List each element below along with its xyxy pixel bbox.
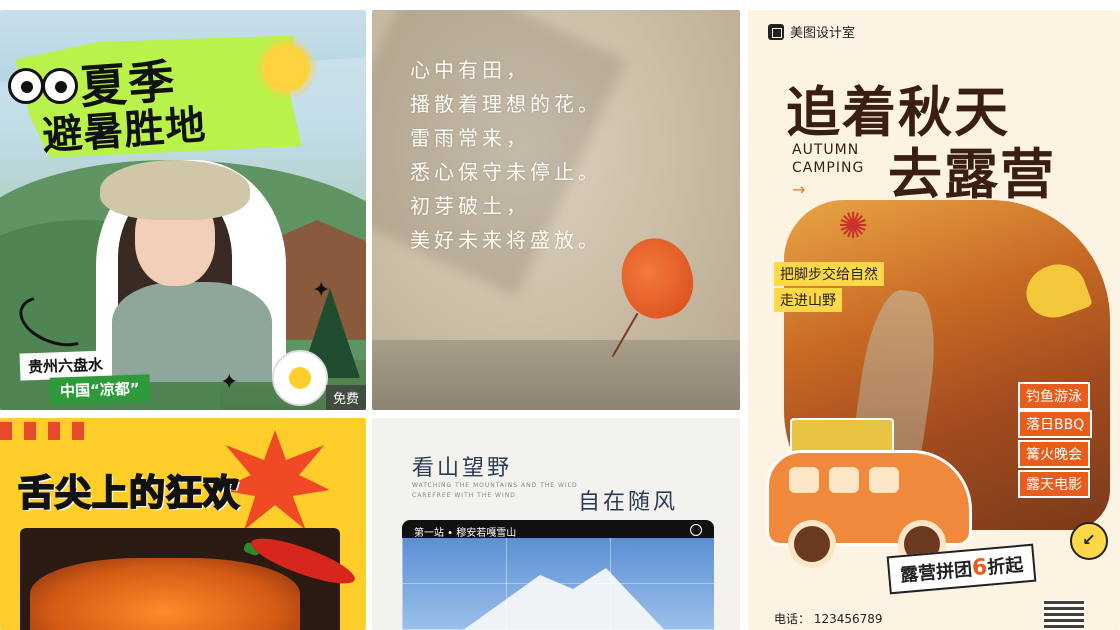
title-line2: 避暑胜地 (40, 102, 208, 160)
sun-icon (262, 44, 310, 92)
highlight-text: 把脚步交给自然 (774, 262, 884, 286)
eyes-sticker-icon (8, 68, 78, 104)
slogan-tag: 中国“凉都” (49, 374, 151, 405)
poem-line: 播散着理想的花。 (410, 92, 602, 116)
title-line2: 自在随风 (578, 490, 679, 515)
arrow-right-icon: → (792, 180, 806, 199)
arrow-circle-icon: ↙ (1070, 522, 1108, 560)
spicy-food-image (30, 558, 300, 630)
english-subtitle-line2: CAMPING (792, 160, 865, 176)
english-subtitle-line2: CAREFREE WITH THE WIND (412, 492, 516, 499)
activity-tag: 钓鱼游泳 (1018, 382, 1090, 410)
free-badge: 免费 (325, 385, 366, 410)
title: 舌尖上的狂欢 (17, 472, 241, 515)
english-subtitle-line1: WATCHING THE MOUNTAINS AND THE WILD (412, 482, 578, 489)
card-spicy-carnival[interactable]: 舌尖上的狂欢 (0, 418, 366, 630)
highlight-text: 走进山野 (774, 288, 842, 312)
brand-name: 美图设计室 (790, 26, 856, 41)
daisy-sticker-icon (272, 350, 328, 406)
brand-logo-icon (768, 23, 784, 40)
car-wheel (788, 520, 836, 568)
poem-line: 美好未来将盛放。 (410, 228, 602, 252)
activity-tag: 篝火晚会 (1018, 440, 1090, 468)
title-line2: 去露营 (888, 143, 1056, 206)
activity-tag: 落日BBQ (1018, 410, 1093, 438)
brand-label: 美图设计室 (768, 22, 855, 41)
photo-caption: 第一站 • 穆安若嘎雪山 (414, 528, 517, 539)
english-subtitle-line1: AUTUMN (792, 142, 860, 158)
poem-line: 初芽破土， (410, 194, 530, 218)
sparkle-icon: ✦ (220, 370, 239, 395)
activity-tag: 露天电影 (1018, 470, 1090, 498)
physalis-lantern-image (612, 230, 702, 326)
card-summer-resort[interactable]: 夏季 避暑胜地 ✦ ✦ 贵州六盘水 中国“凉都” 免费 (0, 10, 366, 410)
stone-ledge (372, 340, 740, 410)
camera-grid-overlay (402, 538, 714, 630)
camera-icon (690, 524, 702, 536)
phone-number: 电话： 123456789 (774, 612, 883, 626)
checker-stripe (0, 422, 90, 440)
poem-line: 雷雨常来， (410, 126, 530, 150)
poem-line: 心中有田， (410, 58, 530, 82)
maple-leaf-icon: ✺ (838, 206, 869, 247)
sparkle-icon: ✦ (312, 278, 331, 303)
qr-code-icon (1044, 600, 1084, 630)
title-line1: 看山望野 (412, 456, 513, 481)
card-autumn-camping[interactable]: 美图设计室 追着秋天 AUTUMN CAMPING → 去露营 ✺ 把脚步交给自… (748, 10, 1120, 630)
card-poem[interactable]: 心中有田， 播散着理想的花。 雷雨常来， 悉心保守未停止。 初芽破土， 美好未来… (372, 10, 740, 410)
poem-line: 悉心保守未停止。 (410, 160, 602, 184)
leaf-shadow (372, 10, 627, 297)
card-mountain-view[interactable]: 看山望野 WATCHING THE MOUNTAINS AND THE WILD… (372, 418, 740, 630)
sun-hat-image (100, 160, 250, 220)
person-shirt (112, 282, 272, 382)
luggage-icon (790, 418, 894, 454)
